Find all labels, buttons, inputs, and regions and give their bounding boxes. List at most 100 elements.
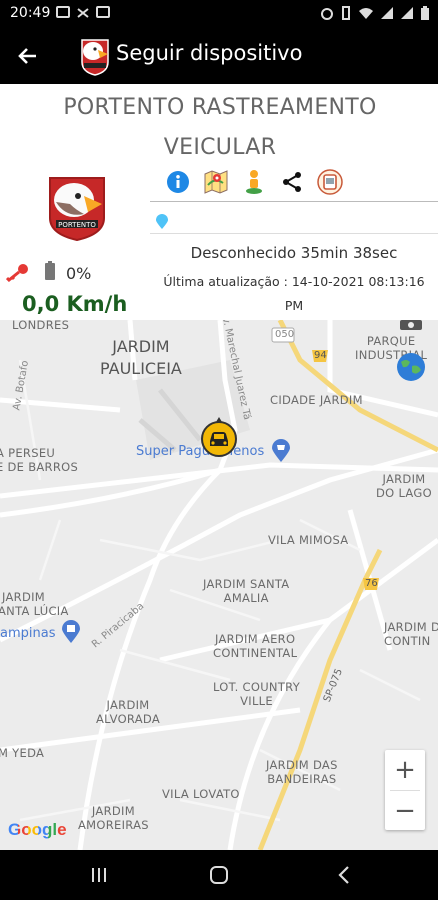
speed-value: 0,0 Km/h [22,292,128,316]
zoom-out-button[interactable]: − [385,791,425,831]
recents-icon[interactable] [88,864,110,886]
battery-level-text: 0% [66,264,92,283]
battery-icon [421,6,429,20]
map-poi-campinas[interactable]: ampinas [0,626,55,641]
shopping-cart-icon [272,439,290,462]
map-label-parque-line1: PARQUE [366,334,416,348]
google-logo: Google [8,820,67,839]
device-info-panel: PORTENTO RASTREAMENTO VEICULAR PORTENTO [0,84,438,320]
map-icon [204,170,228,194]
map-label-jardim-yeda: M YEDA [0,746,45,760]
back-icon[interactable] [334,864,356,886]
alarm-icon [321,8,333,20]
wifi-icon [359,8,373,19]
camera-icon [400,320,422,330]
map-label-country-line1: LOT. COUNTRY [213,680,301,694]
map-button[interactable] [202,168,230,196]
info-icon [167,171,189,193]
map-label-lago-line2: DO LAGO [376,486,432,500]
map-label-pauliceia-line1: JARDIM [112,337,170,356]
map-label-bandeiras-line1: JARDIM DAS [266,758,338,772]
signal-icon [401,7,413,19]
map-label-santa-amalia-line1: JARDIM SANTA [203,577,290,591]
photo-icon [96,6,110,18]
page-title: Seguir dispositivo [116,41,303,65]
map-label-amoreiras-line2: AMOREIRAS [78,818,149,832]
address-row [150,206,438,234]
map-label-lago-line1: JARDIM [382,472,426,486]
company-name-line2: VEICULAR [163,135,277,160]
logo-text: PORTENTO [58,221,96,229]
google-attribution: Google [8,820,67,840]
map-label-perseu-line2: E DE BARROS [0,460,79,474]
map-label-jardim-pauliceia: JARDIM PAULICEIA [100,336,182,380]
signal-icon [381,7,393,19]
map-label-perseu-de-barros: A PERSEU E DE BARROS [0,446,78,474]
map-label-bandeiras-line2: BANDEIRAS [267,772,337,786]
map-label-londres: LONDRES [12,320,70,332]
company-name-line1: PORTENTO RASTREAMENTO [63,95,377,120]
gallery-icon [56,6,70,18]
vehicle-marker-icon[interactable] [200,417,238,461]
portento-logo [81,39,109,76]
map-label-jardim-aero-continental: JARDIM AERO CONTINENTAL [213,632,297,660]
back-button[interactable] [14,42,42,70]
map-label-jardim-d-line1: JARDIM D [384,620,438,634]
school-icon [62,620,80,643]
map-label-vila-mimosa: VILA MIMOSA [268,533,349,547]
portento-logo-large: PORTENTO [49,177,105,242]
map-label-aero-line1: JARDIM AERO [214,632,296,646]
device-button[interactable] [316,168,344,196]
map-label-alvorada-line1: JARDIM [106,698,150,712]
map-label-jardim-d-contin: JARDIM D CONTIN [384,620,438,648]
street-view-button[interactable] [240,168,268,196]
action-toolbar [164,168,344,196]
map-label-jardim-alvorada: JARDIM ALVORADA [96,698,160,726]
map-label-aero-line2: CONTINENTAL [213,646,298,660]
map-label-alvorada-line2: ALVORADA [96,712,161,726]
share-button[interactable] [278,168,306,196]
ignition-key-icon [6,264,28,282]
mute-icon [76,6,90,18]
system-nav-bar [0,850,438,900]
map-label-jardim-das-bandeiras: JARDIM DAS BANDEIRAS [266,758,338,786]
map-label-santa-amalia-line2: AMALIA [223,591,269,605]
info-button[interactable] [164,168,192,196]
map-label-lot-country-ville: LOT. COUNTRY VILLE [213,680,300,708]
battery-level-icon [45,261,55,280]
vibrate-icon [342,6,350,20]
location-pin-icon [156,214,168,229]
map-label-jardim-santa-amalia: JARDIM SANTA AMALIA [203,577,289,605]
map-label-vila-lovato: VILA LOVATO [162,787,240,801]
last-update: Última atualização : 14-10-2021 08:13:16… [152,270,436,318]
route-shield-94: 94 [314,350,327,361]
company-name: PORTENTO RASTREAMENTO VEICULAR [40,88,400,168]
street-view-icon [246,170,262,194]
route-shield-76: 76 [365,578,378,589]
map-label-perseu-line1: A PERSEU [0,446,56,460]
system-icons [320,6,430,20]
last-update-line1: Última atualização : 14-10-2021 08:13:16 [163,274,425,289]
map-label-jardim-do-lago: JARDIM DO LAGO [376,472,432,500]
map-label-amoreiras-line1: JARDIM [91,804,135,818]
map-label-pauliceia-line2: PAULICEIA [100,359,182,378]
globe-icon[interactable] [396,352,426,382]
map-view[interactable]: 050 94 76 LONDRES JARDIM PAULICEIA Av. M… [0,320,438,850]
map-label-santa-lucia-line2: ANTA LÚCIA [0,604,69,618]
home-icon[interactable] [208,864,230,886]
zoom-controls: + − [385,750,425,830]
connection-status: Desconhecido 35min 38sec [190,244,398,262]
app-bar: Seguir dispositivo [0,28,438,84]
map-label-jardim-amoreiras: JARDIM AMOREIRAS [78,804,149,832]
last-update-line2: PM [284,298,304,313]
zoom-in-button[interactable]: + [385,750,425,790]
map-label-santa-lucia-line1: JARDIM [2,590,46,604]
share-icon [283,172,301,192]
device-icon [317,169,343,195]
map-label-country-line2: VILLE [240,694,273,708]
status-time: 20:49 [10,5,51,21]
toolbar-divider [150,201,438,202]
map-label-cidade-jardim: CIDADE JARDIM [270,393,363,407]
status-bar: 20:49 [0,0,438,28]
map-label-jardim-santa-lucia: JARDIM ANTA LÚCIA [0,590,69,618]
